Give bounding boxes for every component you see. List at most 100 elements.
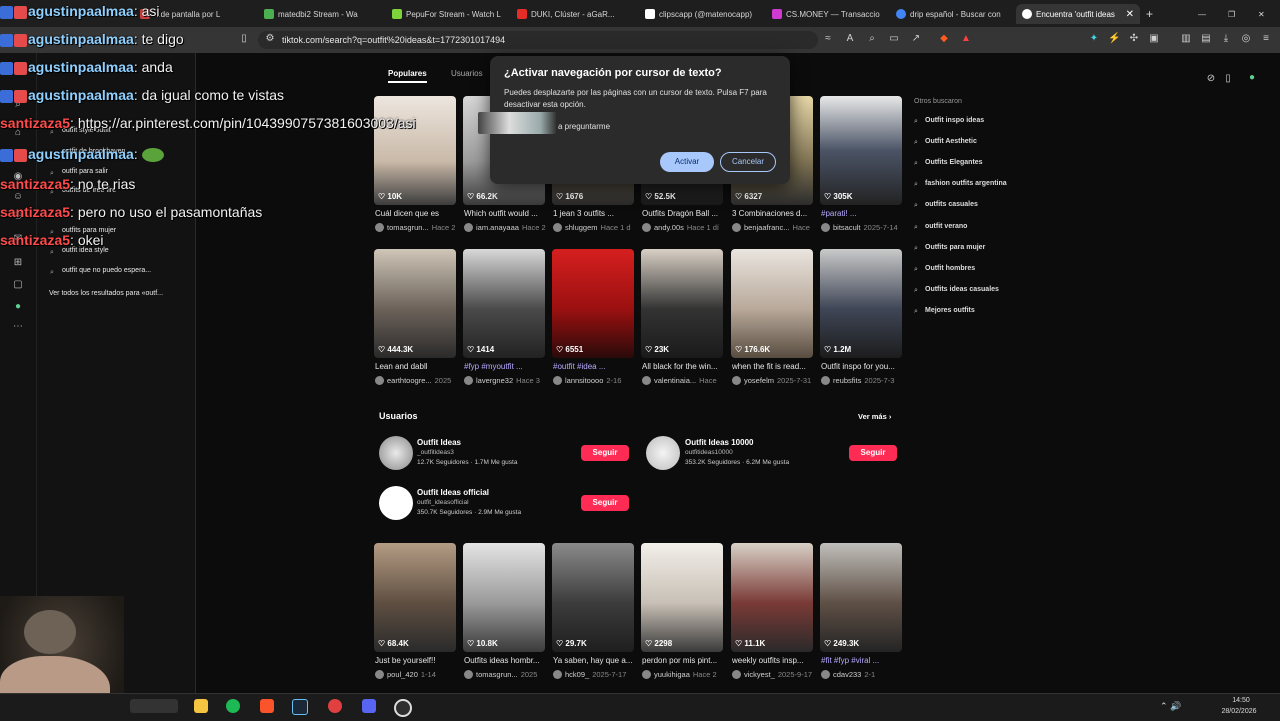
download-icon[interactable]: ⤓ [1220,33,1232,45]
vpn-icon[interactable]: ◎ [1240,33,1252,45]
video-card[interactable]: ♡ 10.8K [463,543,545,652]
extensions-puzzle-icon[interactable]: ✣ [1128,33,1140,45]
tab-populares[interactable]: Populares [388,69,427,83]
bookmark-icon[interactable]: ▯ [238,33,250,45]
video-author[interactable]: shluggem Hace 1 d [553,223,639,232]
share-icon[interactable]: ↗ [910,33,922,45]
video-caption[interactable]: Ya saben, hay que a... [553,656,637,665]
extension-icon[interactable]: ▣ [1148,33,1160,45]
video-caption[interactable]: 3 Combinaciones d... [732,209,816,218]
sidebar-toggle-icon[interactable]: ▥ [1180,33,1192,45]
suggestion-item[interactable]: outfit que no puedo espera... [62,267,151,274]
related-search-item[interactable]: fashion outfits argentina [925,180,1007,187]
video-caption[interactable]: Outfit inspo for you... [821,362,905,371]
video-author[interactable]: tomasgrun... Hace 2 [375,223,461,232]
video-author[interactable]: hck09_ 2025-7-17 [553,670,639,679]
related-search-item[interactable]: Outfit hombres [925,265,975,272]
related-search-item[interactable]: Outfits ideas casuales [925,286,999,293]
browser-tab[interactable]: CS.MONEY — Transaccio [772,4,884,24]
video-author[interactable]: poul_420 1-14 [375,670,461,679]
video-caption[interactable]: Outfits ideas hombr... [464,656,548,665]
video-card[interactable]: ♡ 29.7K [552,543,634,652]
related-search-item[interactable]: Outfit inspo ideas [925,117,984,124]
file-explorer-icon[interactable] [194,699,208,713]
related-search-item[interactable]: Outfits para mujer [925,244,985,251]
user-name[interactable]: Outfit Ideas 10000 [685,438,753,447]
video-caption[interactable]: perdon por mis pint... [642,656,726,665]
more-icon[interactable]: ⋯ [12,321,24,333]
user-avatar[interactable] [379,436,413,470]
extension-icon[interactable]: ⚡ [1108,33,1120,45]
video-author[interactable]: yuukihigaa Hace 2 [642,670,728,679]
video-card[interactable]: ♡ 249.3K [820,543,902,652]
video-caption[interactable]: Outfits Dragón Ball ... [642,209,726,218]
browser-tab[interactable]: clipscapp (@matenocapp) [645,4,757,24]
suggestion-item[interactable]: outfit idea style [62,247,109,254]
video-caption[interactable]: All black for the win... [642,362,726,371]
video-card[interactable]: ♡ 444.3K [374,249,456,358]
menu-icon[interactable]: ≡ [1260,33,1272,45]
url-field[interactable]: tiktok.com/search?q=outfit%20ideas&t=177… [258,31,818,49]
user-name[interactable]: Outfit Ideas official [417,488,489,497]
video-card[interactable]: ♡ 6551 [552,249,634,358]
wallet-icon[interactable]: ▤ [1200,33,1212,45]
video-author[interactable]: valentinaia... Hace [642,376,728,385]
video-card[interactable]: ♡ 1414 [463,249,545,358]
upload-icon[interactable]: ⊞ [12,257,24,269]
see-all-results-link[interactable]: Ver todos los resultados para «outf... [49,290,163,297]
video-caption[interactable]: Lean and dabll [375,362,459,371]
user-avatar[interactable] [379,486,413,520]
close-tab-icon[interactable]: ✕ [1126,9,1134,20]
brave-shield-icon[interactable]: ◆ [938,33,950,45]
browser-tab[interactable]: PepuFor Stream - Watch L [392,4,504,24]
maximize-icon[interactable]: ❐ [1228,4,1240,24]
browser-tab[interactable]: matedbi2 Stream - Wa [264,4,374,24]
browser-tab[interactable]: drip español - Buscar con [896,4,1008,24]
account-avatar[interactable]: ● [1246,72,1258,84]
see-more-link[interactable]: Ver más › [858,412,891,421]
video-card[interactable]: ♡ 10K [374,96,456,205]
new-tab-icon[interactable]: + [1146,4,1158,24]
zoom-icon[interactable]: ⌕ [866,33,878,45]
close-window-icon[interactable]: ✕ [1258,4,1270,24]
activity-icon[interactable]: ▢ [12,279,24,291]
discord-icon[interactable] [362,699,376,713]
video-author[interactable]: bitsacult 2025-7-14 [821,223,907,232]
user-name[interactable]: Outfit Ideas [417,438,461,447]
video-author[interactable]: benjaafranc... Hace [732,223,818,232]
tab-usuarios[interactable]: Usuarios [451,69,483,78]
video-author[interactable]: lannsitoooo 2-16 [553,376,639,385]
obs-icon[interactable] [394,699,412,717]
clock-date[interactable]: 28/02/2026 [1216,708,1262,715]
steam-icon[interactable] [292,699,308,715]
browser-tab[interactable]: DUKI, Clúster - aGaR... [517,4,629,24]
rewards-icon[interactable]: ▲ [960,33,972,45]
spotify-icon[interactable] [226,699,240,713]
video-author[interactable]: iam.anayaaa Hace 2 [464,223,550,232]
follow-button[interactable]: Seguir [581,445,629,461]
video-author[interactable]: vickyest_ 2025-9-17 [732,670,818,679]
device-icon[interactable]: ▯ [1222,73,1234,85]
video-author[interactable]: cdav233 2-1 [821,670,907,679]
video-author[interactable]: tomasgrun... 2025 [464,670,550,679]
browser-tab-active[interactable]: Encuentra 'outfit ideas ✕ [1016,4,1140,24]
video-caption[interactable]: when the fit is read... [732,362,816,371]
related-search-item[interactable]: outfits casuales [925,201,978,208]
extension-icon[interactable]: ✦ [1088,33,1100,45]
video-card[interactable]: ♡ 11.1K [731,543,813,652]
translate-icon[interactable]: A [844,33,856,45]
video-caption[interactable]: #parati! ... [821,209,905,218]
following-icon[interactable]: ☺ [12,191,24,203]
video-card[interactable]: ♡ 1.2M [820,249,902,358]
suggestion-item[interactable]: outfit para salir [62,168,108,175]
video-author[interactable]: andy.00s Hace 1 dí [642,223,728,232]
site-info-icon[interactable]: ⚙ [264,33,276,45]
video-caption[interactable]: Just be yourself!! [375,656,459,665]
video-card[interactable]: ♡ 176.6K [731,249,813,358]
system-tray-icons[interactable]: ⌃ 🔊 [1160,701,1181,712]
video-author[interactable]: yosefelm 2025-7-31 [732,376,818,385]
taskbar-search[interactable] [130,699,178,713]
video-author[interactable]: lavergne32 Hace 3 [464,376,550,385]
cancel-button[interactable]: Cancelar [720,152,776,172]
video-caption[interactable]: Which outfit would ... [464,209,548,218]
